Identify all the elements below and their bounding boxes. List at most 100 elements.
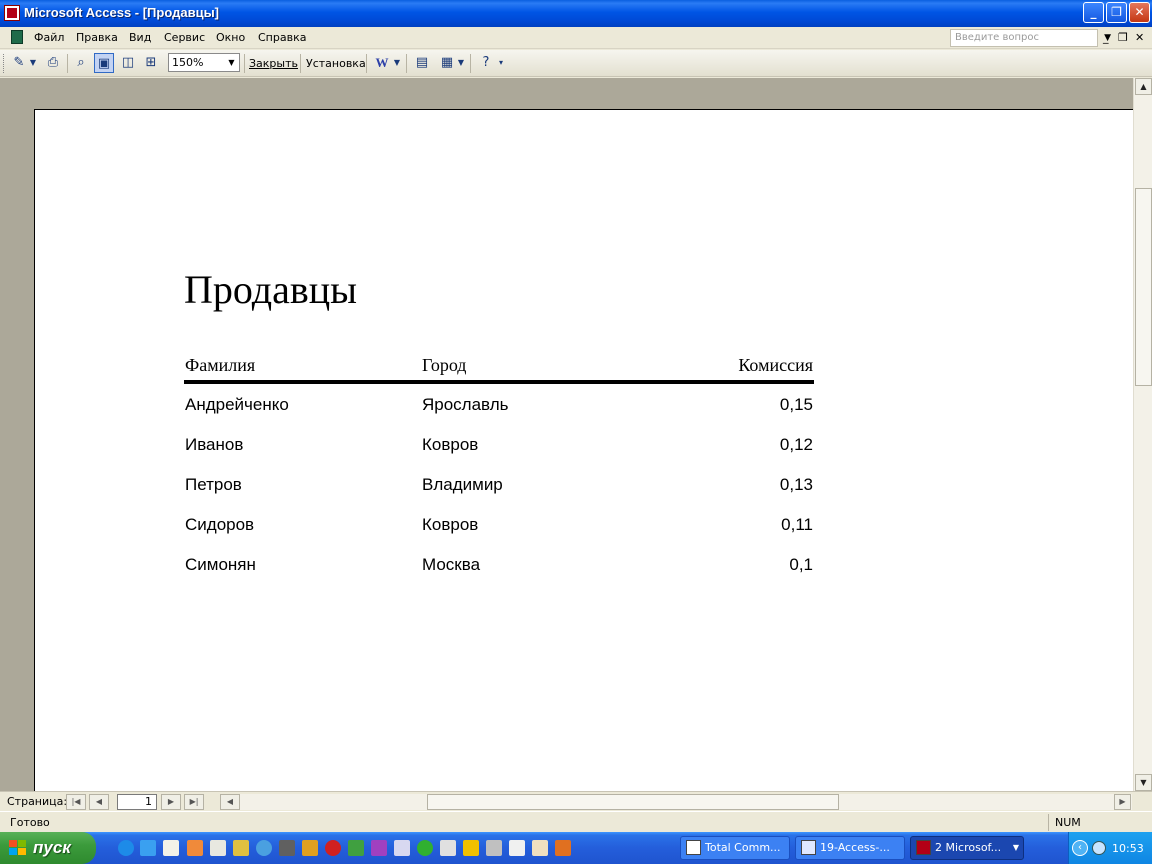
plane-icon[interactable] <box>233 840 249 856</box>
disk-icon[interactable] <box>394 840 410 856</box>
menu-help[interactable]: Справка <box>258 31 306 44</box>
scroll-right-icon[interactable]: ▶ <box>1114 794 1131 810</box>
cell-city: Ярославль <box>422 395 509 414</box>
scroll-down-icon[interactable]: ▼ <box>1135 774 1152 791</box>
last-page-icon[interactable]: ▶| <box>184 794 204 810</box>
status-bar: Готово NUM <box>0 811 1152 832</box>
multiple-pages-icon[interactable]: ⊞ <box>141 53 161 73</box>
report-window-icon[interactable] <box>11 30 23 44</box>
close-preview-button[interactable]: Закрыть <box>249 57 298 70</box>
zoom-combo[interactable]: 150% ▼ <box>168 53 240 72</box>
network-icon[interactable] <box>1092 841 1106 855</box>
start-label: пуск <box>33 838 71 857</box>
app-icon[interactable] <box>302 840 318 856</box>
outlook-express-icon[interactable] <box>140 840 156 856</box>
chevron-down-icon[interactable]: ▼ <box>1013 837 1019 859</box>
toolbar-separator <box>67 54 68 73</box>
hand-icon[interactable] <box>532 840 548 856</box>
cell-city: Ковров <box>422 515 479 534</box>
cell-surname: Иванов <box>185 435 244 454</box>
column-header-city: Город <box>422 355 467 375</box>
cell-city: Владимир <box>422 475 503 494</box>
one-page-icon[interactable]: ▣ <box>94 53 114 73</box>
player-icon[interactable] <box>417 840 433 856</box>
toolbar-options-icon[interactable]: ▾ <box>496 53 506 73</box>
office-links-word-icon[interactable]: W <box>372 53 392 73</box>
show-hidden-icons-icon[interactable]: ‹ <box>1072 840 1088 856</box>
scroll-left-icon[interactable]: ◀ <box>220 794 240 810</box>
doc-close-button[interactable]: ✕ <box>1135 31 1144 44</box>
first-page-icon[interactable]: |◀ <box>66 794 86 810</box>
cell-commission: 0,13 <box>779 475 813 494</box>
start-button[interactable]: пуск <box>0 832 96 864</box>
vertical-scroll-thumb[interactable] <box>1135 188 1152 386</box>
window-icon[interactable] <box>486 840 502 856</box>
taskbar-item-microsoft-access[interactable]: 2 Microsof... ▼ <box>910 836 1024 860</box>
new-object-icon[interactable]: ▦ <box>437 53 457 73</box>
title-bar[interactable]: Microsoft Access - [Продавцы] _ ❐ ✕ <box>0 0 1152 27</box>
media-icon[interactable] <box>371 840 387 856</box>
print-preview-area[interactable]: Продавцы Фамилия Город Комиссия Андрейче… <box>0 78 1133 791</box>
view-dropdown-icon[interactable]: ▼ <box>28 53 38 73</box>
notepad-icon[interactable] <box>163 840 179 856</box>
print-icon[interactable]: ⎙ <box>43 53 63 73</box>
tool-icon[interactable] <box>440 840 456 856</box>
horizontal-scrollbar[interactable]: ◀ ▶ <box>220 794 1132 810</box>
restore-button[interactable]: ❐ <box>1106 2 1127 23</box>
zoom-magnifier-icon[interactable]: ⌕ <box>71 53 91 73</box>
page-number-field[interactable]: 1 <box>117 794 157 810</box>
chevron-down-icon[interactable]: ▼ <box>225 55 238 70</box>
doc-minimize-button[interactable]: _ <box>1103 31 1109 44</box>
toolbar-grip[interactable] <box>3 54 6 73</box>
menu-window[interactable]: Окно <box>216 31 245 44</box>
new-object-dropdown-icon[interactable]: ▼ <box>456 53 466 73</box>
toolbar-separator <box>470 54 471 73</box>
archive-icon[interactable] <box>348 840 364 856</box>
cell-commission: 0,1 <box>789 555 813 574</box>
report-page: Продавцы Фамилия Город Комиссия Андрейче… <box>34 109 1133 791</box>
internet-explorer-icon[interactable] <box>118 840 134 856</box>
horizontal-scroll-thumb[interactable] <box>427 794 839 810</box>
next-page-icon[interactable]: ▶ <box>161 794 181 810</box>
page-setup-button[interactable]: Установка <box>306 57 366 70</box>
view-design-icon[interactable]: ✎ <box>9 53 29 73</box>
menu-edit[interactable]: Правка <box>76 31 118 44</box>
taskbar-item-word-document[interactable]: 19-Access-... <box>795 836 905 860</box>
menu-view[interactable]: Вид <box>129 31 151 44</box>
cell-city: Ковров <box>422 435 479 454</box>
vertical-scrollbar[interactable]: ▲ ▼ <box>1133 78 1152 791</box>
database-window-icon[interactable]: ▤ <box>412 53 432 73</box>
close-button[interactable]: ✕ <box>1129 2 1150 23</box>
previous-page-icon[interactable]: ◀ <box>89 794 109 810</box>
toolbar-separator <box>300 54 301 73</box>
edit-icon[interactable] <box>210 840 226 856</box>
cell-surname: Симонян <box>185 555 256 574</box>
toolbar-separator <box>244 54 245 73</box>
home-icon[interactable] <box>187 840 203 856</box>
scroll-up-icon[interactable]: ▲ <box>1135 78 1152 95</box>
film-icon[interactable] <box>279 840 295 856</box>
header-divider <box>184 380 814 384</box>
menu-tools[interactable]: Сервис <box>164 31 205 44</box>
lightning-icon[interactable] <box>463 840 479 856</box>
office-links-dropdown-icon[interactable]: ▼ <box>392 53 402 73</box>
total-commander-icon <box>686 840 701 855</box>
two-pages-icon[interactable]: ◫ <box>118 53 138 73</box>
globe-icon[interactable] <box>256 840 272 856</box>
windows-taskbar: пуск Total Comm... 19-Access-... 2 Micro… <box>0 832 1152 864</box>
cup-icon[interactable] <box>555 840 571 856</box>
taskbar-item-label: 2 Microsof... <box>935 841 1002 854</box>
help-icon[interactable]: ? <box>476 53 496 73</box>
access-icon <box>916 840 931 855</box>
menu-file[interactable]: Файл <box>34 31 64 44</box>
access-app-icon[interactable] <box>4 5 20 21</box>
column-header-commission: Комиссия <box>738 355 813 375</box>
taskbar-item-total-commander[interactable]: Total Comm... <box>680 836 790 860</box>
cell-city: Москва <box>422 555 481 574</box>
doc-restore-button[interactable]: ❐ <box>1118 31 1128 44</box>
minimize-button[interactable]: _ <box>1083 2 1104 23</box>
opera-icon[interactable] <box>325 840 341 856</box>
calculator-icon[interactable] <box>509 840 525 856</box>
clock[interactable]: 10:53 <box>1112 842 1144 855</box>
help-question-input[interactable]: Введите вопрос ▼ <box>950 29 1111 47</box>
